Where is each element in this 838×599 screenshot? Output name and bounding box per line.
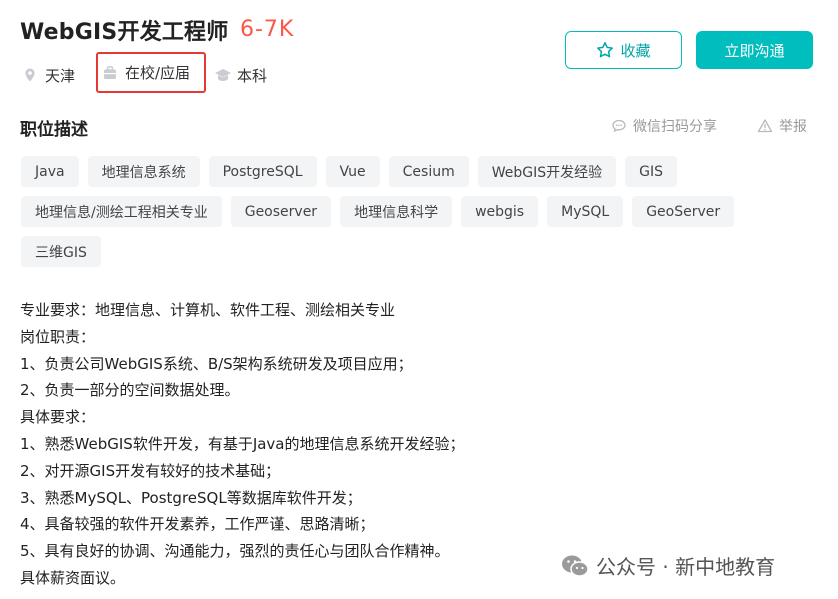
skill-tag: webgis [461, 196, 539, 227]
briefcase-icon [102, 65, 118, 81]
description-line: 4、具备较强的软件开发素养，工作严谨、思路清晰； [20, 515, 375, 534]
meta-experience: 在校/应届 [96, 52, 206, 93]
meta-city: 天津 [22, 62, 75, 88]
skill-tag: GIS [625, 156, 678, 187]
skill-tag: Java [21, 156, 79, 187]
description-line: 2、负责一部分的空间数据处理。 [20, 381, 240, 400]
wechat-logo-icon [562, 555, 589, 577]
skill-tag: 地理信息科学 [340, 196, 453, 227]
description-line: 1、熟悉WebGIS软件开发，有基于Java的地理信息系统开发经验； [20, 434, 465, 453]
description-line: 具体薪资面议。 [20, 568, 126, 587]
education-label: 本科 [237, 66, 268, 85]
watermark: 公众号 · 新中地教育 [560, 551, 775, 580]
description-line: 3、熟悉MySQL、PostgreSQL等数据库软件开发； [20, 488, 362, 507]
share-wechat-link[interactable]: 微信扫码分享 [611, 116, 717, 136]
description-line: 5、具有良好的协调、沟通能力，强烈的责任心与团队合作精神。 [20, 542, 450, 561]
description-line: 1、负责公司WebGIS系统、B/S架构系统研发及项目应用； [20, 354, 413, 373]
skill-tag: 地理信息系统 [87, 156, 200, 187]
skill-tag: 三维GIS [21, 236, 101, 267]
wechat-bubble-icon [612, 119, 626, 133]
star-icon [597, 42, 614, 58]
description-line: 具体要求： [20, 408, 96, 427]
skill-tag: Geoserver [230, 196, 332, 227]
job-description: 专业要求：地理信息、计算机、软件工程、测绘相关专业 岗位职责： 1、负责公司We… [20, 297, 465, 592]
experience-label: 在校/应届 [125, 64, 191, 82]
collect-label: 收藏 [620, 41, 651, 60]
report-label: 举报 [779, 119, 807, 135]
section-title: 职位描述 [20, 120, 88, 140]
graduation-cap-icon [214, 67, 231, 83]
skill-tag: 地理信息/测绘工程相关专业 [21, 196, 222, 227]
description-line: 专业要求：地理信息、计算机、软件工程、测绘相关专业 [20, 301, 396, 319]
skill-tag: WebGIS开发经验 [477, 156, 617, 187]
chat-now-button[interactable]: 立即沟通 [696, 31, 813, 69]
warning-triangle-icon [757, 119, 773, 133]
job-title: WebGIS开发工程师 [20, 20, 229, 45]
city-label: 天津 [45, 66, 76, 85]
skill-tags: Java 地理信息系统 PostgreSQL Vue Cesium WebGIS… [21, 156, 741, 267]
salary: 6-7K [240, 17, 295, 42]
skill-tag: PostgreSQL [208, 156, 317, 187]
skill-tag: GeoServer [632, 196, 735, 227]
share-label: 微信扫码分享 [633, 119, 717, 135]
description-line: 岗位职责： [20, 327, 96, 346]
location-pin-icon [22, 67, 38, 83]
skill-tag: Vue [325, 156, 380, 187]
skill-tag: Cesium [388, 156, 469, 187]
collect-button[interactable]: 收藏 [565, 31, 682, 69]
watermark-text: 公众号 · 新中地教育 [596, 555, 776, 579]
description-line: 2、对开源GIS开发有较好的技术基础； [20, 461, 281, 480]
skill-tag: MySQL [547, 196, 624, 227]
meta-education: 本科 [214, 62, 267, 88]
report-link[interactable]: 举报 [757, 116, 807, 136]
